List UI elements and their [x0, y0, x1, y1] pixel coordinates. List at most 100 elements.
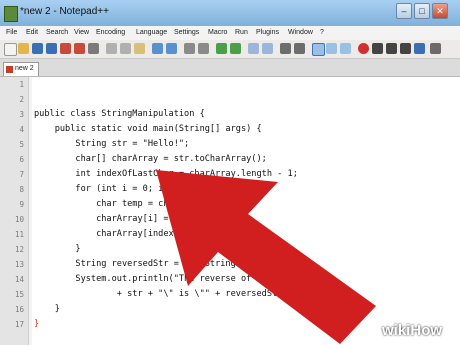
menu-run[interactable]: Run — [235, 29, 248, 36]
play-macro-icon[interactable] — [386, 43, 397, 54]
menu-encoding[interactable]: Encoding — [96, 29, 125, 36]
code-text: char temp = charArray[i]; — [34, 199, 226, 209]
replace-icon[interactable] — [198, 43, 209, 54]
code-line: 10 charArray[i] = charArray[in — [0, 212, 460, 227]
close-icon[interactable]: ✕ — [432, 3, 448, 19]
menu-help[interactable]: ? — [320, 29, 324, 36]
copy-icon[interactable] — [120, 43, 131, 54]
paste-icon[interactable] — [134, 43, 145, 54]
code-text: System.out.println("The reverse of the — [34, 274, 272, 284]
menu-window[interactable]: Window — [288, 29, 313, 36]
tab-label: new 2 — [15, 65, 34, 72]
udl-icon[interactable] — [326, 43, 337, 54]
line-number: 8 — [19, 185, 24, 194]
code-text: } — [34, 244, 81, 254]
line-number: 9 — [19, 200, 24, 209]
sync-h-icon[interactable] — [262, 43, 273, 54]
run-macro-multiple-icon[interactable] — [400, 43, 411, 54]
line-number: 13 — [14, 260, 24, 269]
line-number: 7 — [19, 170, 24, 179]
zoom-in-icon[interactable] — [216, 43, 227, 54]
code-line: 12 } — [0, 242, 460, 257]
line-number: 17 — [14, 320, 24, 329]
save-macro-icon[interactable] — [414, 43, 425, 54]
code-line: 15 + str + "\" is \"" + reversedStr — [0, 287, 460, 302]
code-text: } — [34, 304, 60, 314]
cut-icon[interactable] — [106, 43, 117, 54]
maximize-icon[interactable]: □ — [414, 3, 430, 19]
code-line: 11 charArray[indexOfLastChar - — [0, 227, 460, 242]
notepad-app-icon — [4, 6, 18, 22]
line-number: 14 — [14, 275, 24, 284]
window-title: *new 2 - Notepad++ — [20, 6, 109, 17]
menu-search[interactable]: Search — [46, 29, 68, 36]
code-text: charArray[indexOfLastChar - — [34, 229, 241, 239]
stop-macro-icon[interactable] — [372, 43, 383, 54]
wikihow-watermark: wikiHow — [382, 322, 442, 339]
menu-settings[interactable]: Settings — [174, 29, 199, 36]
doc-map-icon[interactable] — [340, 43, 351, 54]
tab-bar: new 2 — [0, 59, 460, 77]
line-number: 2 — [19, 95, 24, 104]
code-text: charArray[i] = charArray[in — [34, 214, 236, 224]
line-number: 12 — [14, 245, 24, 254]
code-line: 16 } — [0, 302, 460, 317]
code-text: int indexOfLastChar = charArray.length -… — [34, 169, 298, 179]
redo-icon[interactable] — [166, 43, 177, 54]
sync-v-icon[interactable] — [248, 43, 259, 54]
show-all-chars-icon[interactable] — [294, 43, 305, 54]
find-icon[interactable] — [184, 43, 195, 54]
code-text: } — [34, 319, 40, 329]
print-icon[interactable] — [88, 43, 99, 54]
save-icon[interactable] — [32, 43, 43, 54]
line-number: 16 — [14, 305, 24, 314]
code-text: String reversedStr = new String(charA — [34, 259, 267, 269]
menu-language[interactable]: Language — [136, 29, 167, 36]
tab-new-2[interactable]: new 2 — [3, 62, 39, 76]
open-file-icon[interactable] — [18, 43, 29, 54]
close-all-icon[interactable] — [74, 43, 85, 54]
code-text: + str + "\" is \"" + reversedStr — [34, 289, 283, 299]
zoom-out-icon[interactable] — [230, 43, 241, 54]
record-macro-icon[interactable] — [358, 43, 369, 54]
line-number: 11 — [14, 230, 24, 239]
menu-file[interactable]: File — [6, 29, 17, 36]
code-line: 8 for (int i = 0; i < charArr — [0, 182, 460, 197]
code-text: char[] charArray = str.toCharArray(); — [34, 154, 267, 164]
line-number: 6 — [19, 155, 24, 164]
menu-bar: File Edit Search View Encoding Language … — [0, 26, 460, 40]
menu-plugins[interactable]: Plugins — [256, 29, 279, 36]
unsaved-file-icon — [6, 66, 13, 73]
code-line: 6 char[] charArray = str.toCharArray(); — [0, 152, 460, 167]
toolbar-extra-icon[interactable] — [430, 43, 441, 54]
line-number: 3 — [19, 110, 24, 119]
line-number: 4 — [19, 125, 24, 134]
code-line: 3 public class StringManipulation { — [0, 107, 460, 122]
code-text: public class StringManipulation { — [34, 109, 205, 119]
code-line: 4 public static void main(String[] args)… — [0, 122, 460, 137]
word-wrap-icon[interactable] — [280, 43, 291, 54]
code-line: 1 — [0, 77, 460, 92]
minimize-icon[interactable]: – — [396, 3, 412, 19]
menu-macro[interactable]: Macro — [208, 29, 227, 36]
code-line: 2 — [0, 92, 460, 107]
code-line: 13 String reversedStr = new String(charA — [0, 257, 460, 272]
code-editor[interactable]: 1 2 3 public class StringManipulation { 4… — [0, 77, 460, 345]
code-text: String str = "Hello!"; — [34, 139, 190, 149]
line-number: 1 — [19, 80, 24, 89]
close-file-icon[interactable] — [60, 43, 71, 54]
undo-icon[interactable] — [152, 43, 163, 54]
watermark-wiki: wiki — [382, 322, 411, 339]
line-number: 15 — [14, 290, 24, 299]
indent-guide-icon[interactable] — [312, 43, 325, 56]
title-bar: *new 2 - Notepad++ – □ ✕ — [0, 0, 460, 26]
code-line: 7 int indexOfLastChar = charArray.length… — [0, 167, 460, 182]
menu-edit[interactable]: Edit — [26, 29, 38, 36]
code-text: for (int i = 0; i < charArr — [34, 184, 216, 194]
new-file-icon[interactable] — [4, 43, 17, 56]
menu-view[interactable]: View — [74, 29, 89, 36]
code-text: public static void main(String[] args) { — [34, 124, 262, 134]
watermark-how: How — [410, 322, 443, 339]
save-all-icon[interactable] — [46, 43, 57, 54]
line-number: 5 — [19, 140, 24, 149]
